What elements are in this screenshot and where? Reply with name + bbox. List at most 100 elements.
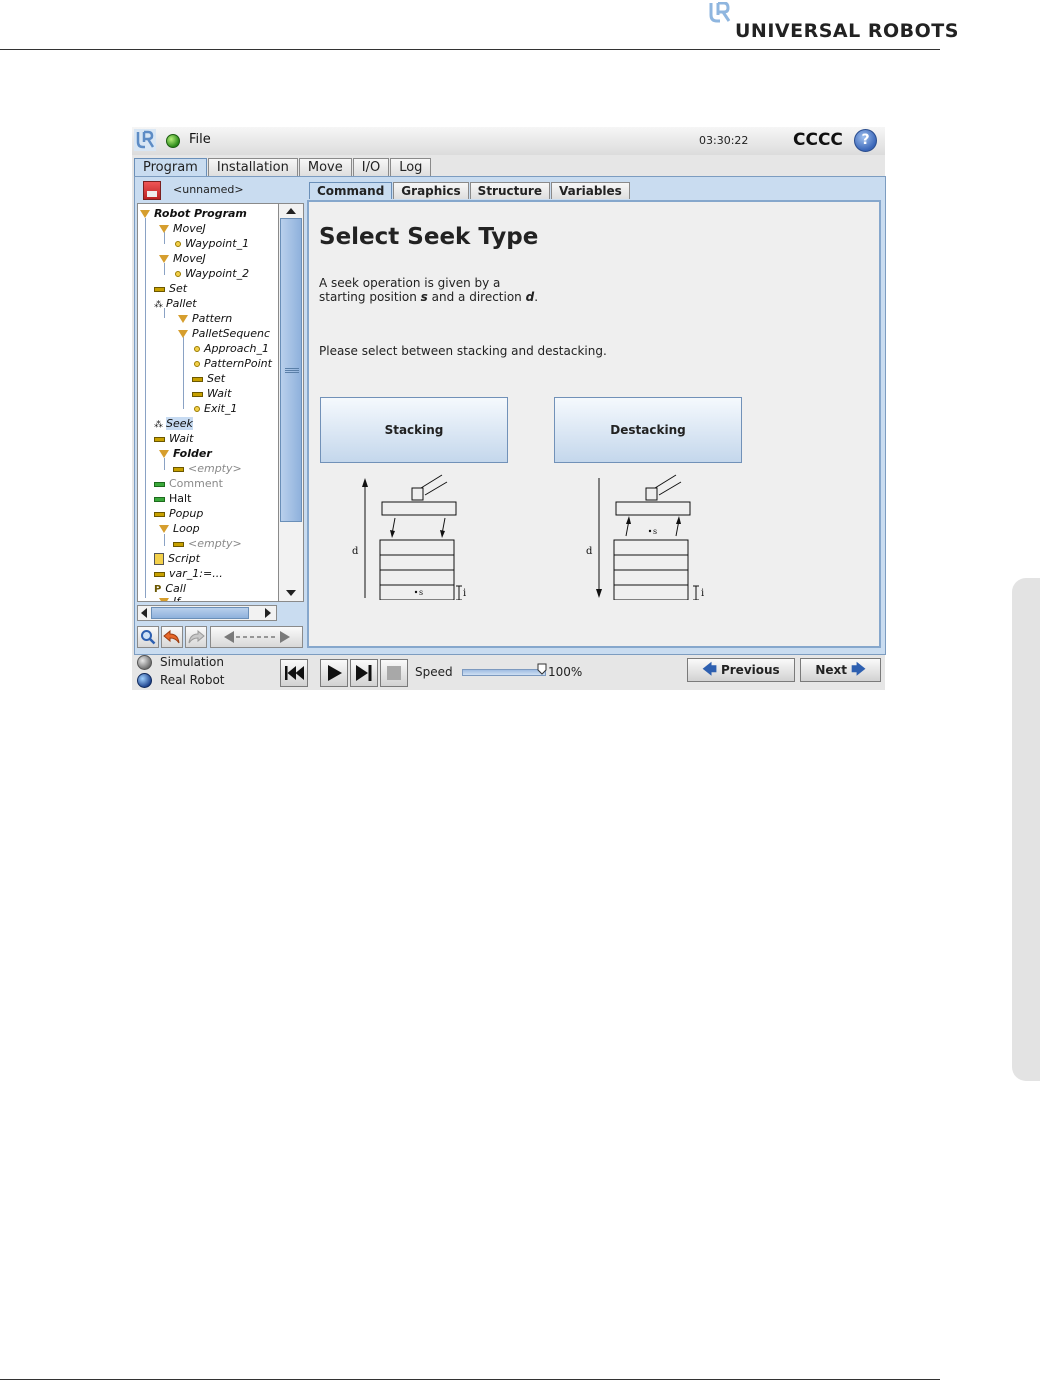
stacking-diagram: d s i (352, 474, 466, 600)
arrow-right-icon: 🡆 (851, 662, 866, 678)
command-tabs: Command Graphics Structure Variables (309, 182, 631, 199)
step-button[interactable] (350, 659, 378, 687)
save-icon[interactable] (143, 181, 161, 200)
bar-icon (173, 541, 184, 547)
top-bar: File 03:30:22 CCCC ? (132, 127, 885, 155)
speed-slider[interactable] (462, 669, 546, 676)
tree-item-comment[interactable]: Comment (154, 476, 223, 491)
scroll-down-icon[interactable] (286, 590, 296, 596)
tree-item-set[interactable]: Set (154, 281, 187, 296)
redo-button[interactable] (185, 626, 207, 648)
program-name: <unnamed> (173, 183, 244, 196)
ur-logo-icon (134, 129, 156, 151)
tree-item-assignment[interactable]: var_1:=... (154, 566, 223, 581)
tree-item-wait-2[interactable]: Wait (154, 431, 193, 446)
stop-button[interactable] (380, 659, 408, 687)
speed-value: 100% (548, 665, 583, 679)
tree-line (145, 218, 146, 598)
scroll-left-icon[interactable] (141, 608, 147, 618)
tab-io[interactable]: I/O (352, 158, 390, 176)
undo-button[interactable] (161, 626, 183, 648)
waypoint-icon (194, 406, 200, 412)
play-icon (328, 665, 342, 681)
redo-icon (188, 629, 205, 644)
tree-item-robot-program[interactable]: Robot Program (140, 206, 247, 221)
tree-vertical-scrollbar[interactable] (278, 203, 304, 602)
destacking-button[interactable]: Destacking (554, 397, 742, 463)
tree-item-waypoint-1[interactable]: Waypoint_1 (175, 236, 249, 251)
polyscope-window: File 03:30:22 CCCC ? Program Installatio… (132, 127, 886, 690)
tree-item-popup[interactable]: Popup (154, 506, 203, 521)
side-tab (1012, 578, 1040, 1081)
scroll-up-icon[interactable] (286, 208, 296, 214)
tree-item-script[interactable]: Script (154, 551, 200, 566)
bar-icon (154, 511, 165, 517)
tree-item-seek[interactable]: ⁂ Seek (154, 416, 193, 431)
tree-item-wait[interactable]: Wait (192, 386, 231, 401)
bar-icon (173, 466, 184, 472)
universal-robots-logo: UNIVERSAL ROBOTS (706, 0, 958, 46)
speed-slider-handle[interactable] (537, 663, 547, 675)
move-node-button[interactable] (210, 626, 303, 648)
previous-button[interactable]: 🡄 Previous (687, 658, 795, 682)
tree-item-pattern[interactable]: Pattern (178, 311, 232, 326)
clock: 03:30:22 (699, 134, 749, 147)
tree-item-pallet-sequence[interactable]: PalletSequenc (178, 326, 270, 341)
tab-variables[interactable]: Variables (550, 182, 630, 199)
start-label: s (653, 527, 657, 536)
help-icon[interactable]: ? (854, 129, 877, 152)
triangle-icon (140, 210, 150, 218)
bar-icon (154, 571, 165, 577)
tree-item-waypoint-2[interactable]: Waypoint_2 (175, 266, 249, 281)
bar-icon (154, 436, 165, 442)
tab-move[interactable]: Move (298, 158, 352, 176)
tab-graphics[interactable]: Graphics (393, 182, 469, 199)
tree-item-movej-1[interactable]: MoveJ (159, 221, 206, 236)
scroll-right-icon[interactable] (265, 608, 271, 618)
simulation-option[interactable]: Simulation (137, 654, 224, 670)
tree-item-empty[interactable]: <empty> (173, 461, 242, 476)
bar-icon (192, 376, 203, 382)
program-area: <unnamed> Robot Program MoveJ Waypoint_1… (134, 176, 886, 655)
tree-item-halt[interactable]: Halt (154, 491, 191, 506)
tree-item-set-2[interactable]: Set (192, 371, 225, 386)
tree-item-pattern-point[interactable]: PatternPoint (194, 356, 272, 371)
tree-item-approach-1[interactable]: Approach_1 (194, 341, 269, 356)
next-button[interactable]: Next 🡆 (800, 658, 881, 682)
tree-item-folder[interactable]: Folder (159, 446, 212, 461)
command-panel: Select Seek Type A seek operation is giv… (307, 200, 881, 648)
simulation-radio-icon[interactable] (137, 655, 152, 670)
bar-icon-green (154, 481, 165, 487)
tree-item-exit-1[interactable]: Exit_1 (194, 401, 237, 416)
tree-item-loop[interactable]: Loop (159, 521, 200, 536)
scroll-thumb[interactable] (280, 218, 302, 522)
tab-log[interactable]: Log (390, 158, 432, 176)
tab-program[interactable]: Program (134, 158, 207, 177)
ur-logo-icon (709, 2, 731, 23)
destacking-diagram: d s i (586, 474, 704, 600)
arrow-left-icon: 🡄 (702, 662, 717, 678)
tab-structure[interactable]: Structure (469, 182, 550, 199)
search-button[interactable] (137, 626, 159, 648)
file-menu[interactable]: File (189, 132, 211, 147)
real-robot-radio-icon[interactable] (137, 673, 152, 688)
play-button[interactable] (320, 659, 348, 687)
direction-label: d (586, 546, 593, 557)
scroll-thumb-horizontal[interactable] (151, 607, 249, 619)
undo-icon (163, 629, 180, 644)
tab-command[interactable]: Command (309, 182, 393, 199)
real-robot-option[interactable]: Real Robot (137, 672, 225, 688)
script-icon (154, 553, 164, 565)
skip-forward-icon (356, 665, 372, 681)
triangle-icon (159, 450, 169, 458)
stacking-button[interactable]: Stacking (320, 397, 508, 463)
tree-item-empty-2[interactable]: <empty> (173, 536, 242, 551)
tree-horizontal-scrollbar[interactable] (137, 605, 277, 621)
tree-item-if[interactable]: If (159, 594, 180, 601)
tab-installation[interactable]: Installation (207, 158, 298, 176)
rewind-button[interactable] (280, 659, 308, 687)
tree-item-movej-2[interactable]: MoveJ (159, 251, 206, 266)
main-tabs: Program Installation Move I/O Log (134, 158, 432, 177)
increment-label: i (463, 588, 466, 599)
tree-item-pallet[interactable]: ⁂ Pallet (154, 296, 197, 311)
